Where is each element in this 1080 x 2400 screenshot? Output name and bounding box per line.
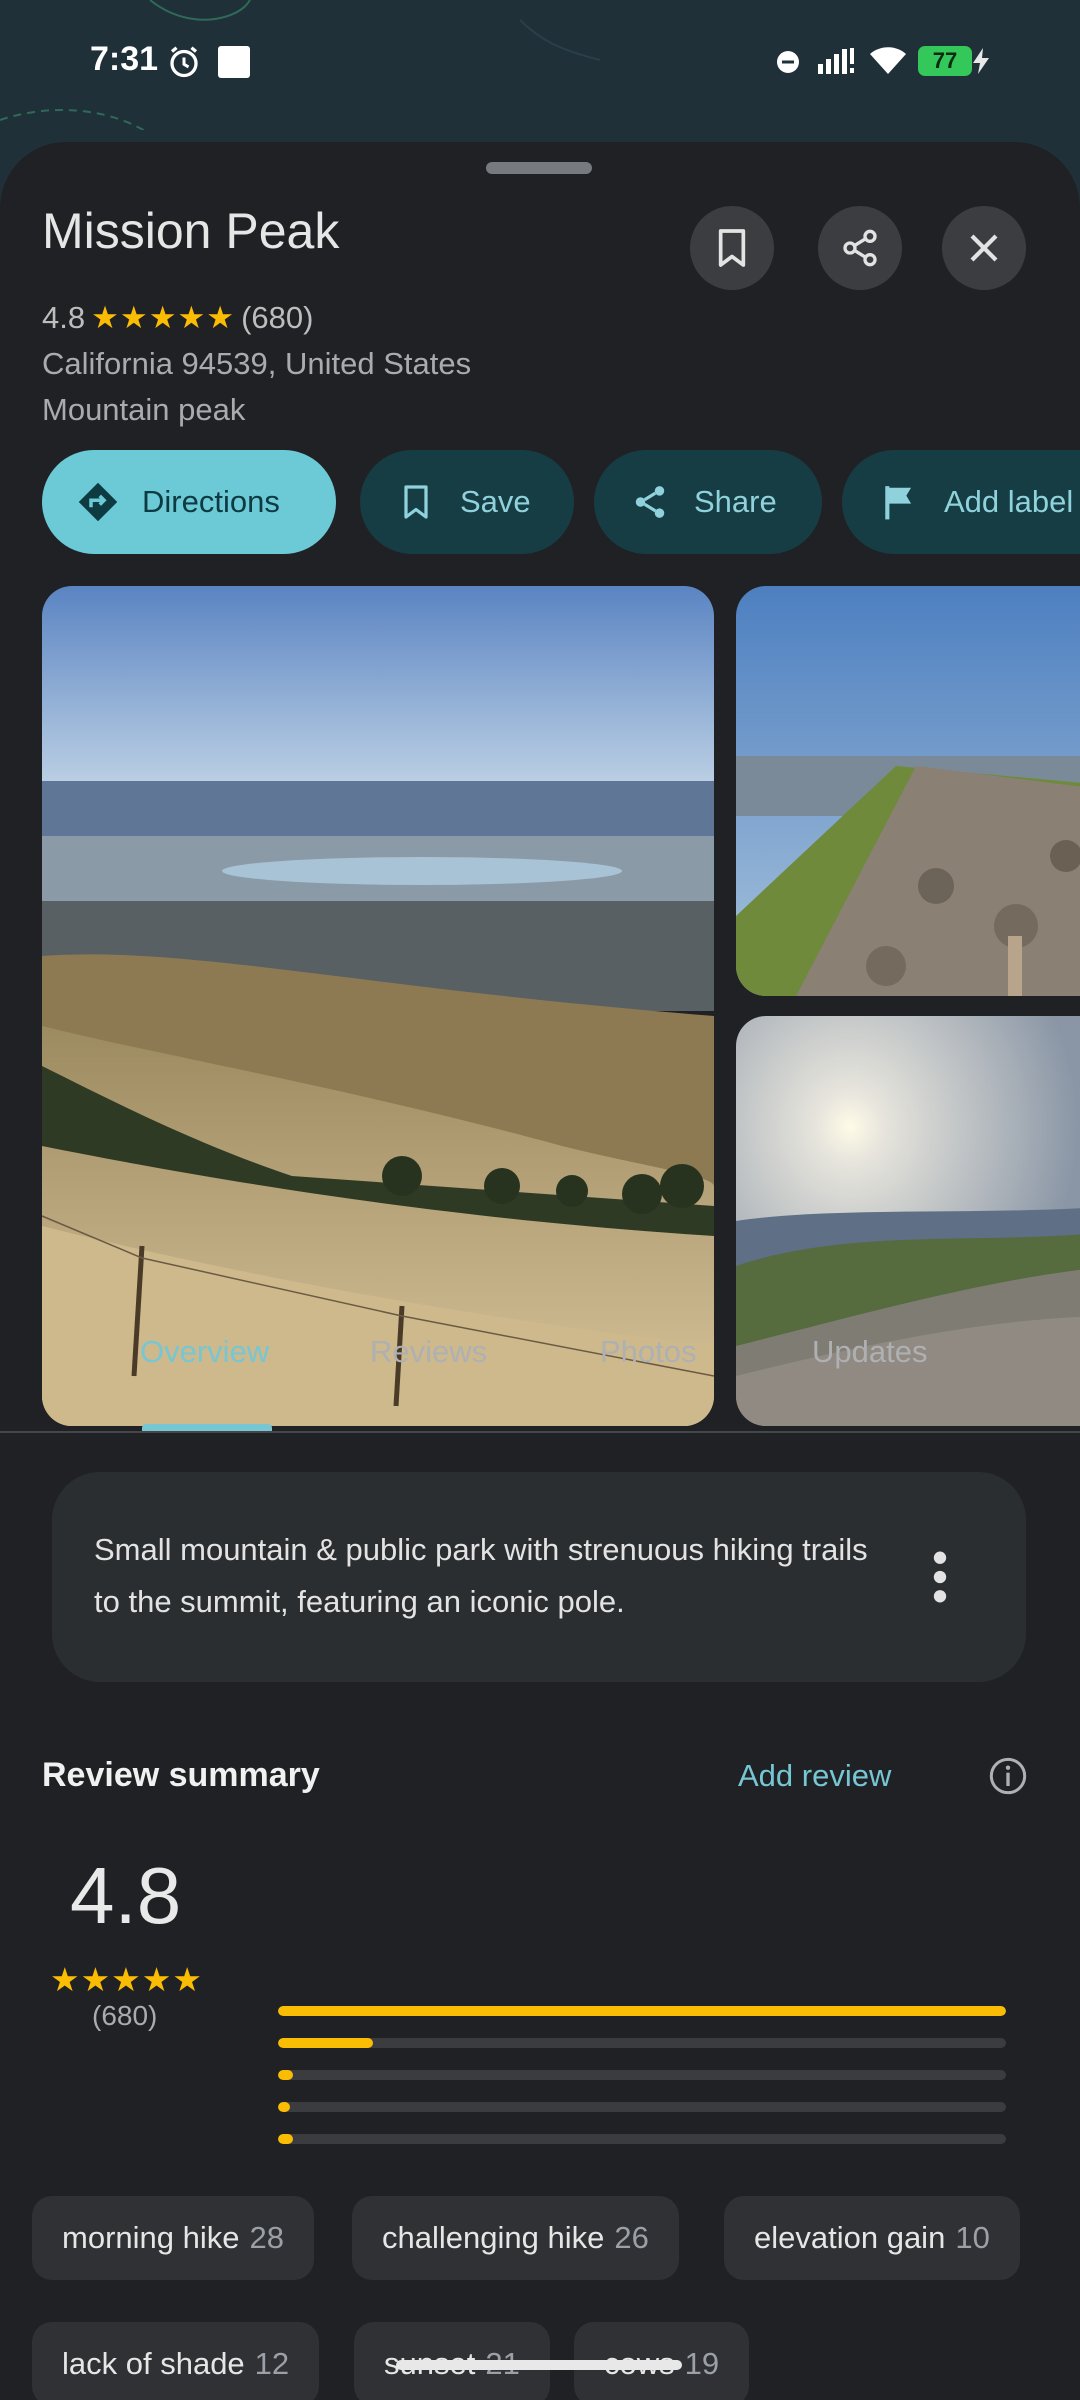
charging-bolt-icon: [973, 48, 989, 74]
topic-count: 10: [955, 2220, 990, 2255]
action-chips: Directions Save Share Add label: [42, 450, 1080, 554]
tab-overview[interactable]: Overview: [140, 1334, 269, 1370]
rating-bar-4-star: [278, 2038, 1006, 2048]
save-button[interactable]: Save: [360, 450, 574, 554]
rating-value: 4.8: [42, 300, 86, 335]
topic-label: challenging hike: [382, 2220, 605, 2255]
description-card: Small mountain & public park with strenu…: [52, 1472, 1026, 1682]
notification-square-icon: [218, 46, 250, 78]
place-category: Mountain peak: [42, 392, 246, 427]
add-label-label: Add label: [944, 484, 1074, 519]
status-bar: 7:31 77: [0, 0, 1080, 130]
add-review-link[interactable]: Add review: [738, 1758, 891, 1794]
rating-bar-5-star: [278, 2006, 1006, 2016]
home-indicator[interactable]: [396, 2360, 682, 2370]
drag-handle[interactable]: [486, 162, 592, 174]
topic-count: 19: [684, 2346, 720, 2381]
topic-count: 26: [614, 2220, 649, 2255]
more-vert-icon[interactable]: [928, 1550, 952, 1604]
tabs-divider: [0, 1431, 1080, 1433]
overall-review-count: (680): [92, 2000, 158, 2031]
topic-label: elevation gain: [754, 2220, 946, 2255]
rating-bar-fill: [278, 2070, 293, 2080]
topic-chip[interactable]: challenging hike 26: [352, 2196, 679, 2280]
topic-count: 12: [254, 2346, 290, 2381]
directions-label: Directions: [142, 484, 280, 519]
place-sheet: Mission Peak 4.8 ★★★★★ (680) California …: [0, 142, 1080, 2400]
bookmark-icon: [718, 229, 746, 267]
share-icon: [843, 229, 877, 267]
add-label-button[interactable]: Add label: [842, 450, 1080, 554]
alarm-icon: [170, 46, 198, 78]
mission-peak-valley-photo: [42, 586, 714, 1426]
rating-bar-1-star: [278, 2134, 1006, 2144]
status-time: 7:31: [90, 40, 159, 78]
tab-photos[interactable]: Photos: [600, 1334, 697, 1370]
rating-stars: ★★★★★: [91, 300, 236, 335]
place-description: Small mountain & public park with strenu…: [94, 1532, 868, 1619]
overall-stars: ★★★★★: [50, 1961, 203, 1998]
summit-trail-photo[interactable]: [736, 586, 1080, 996]
rating-bar-2-star: [278, 2102, 1006, 2112]
topic-chip[interactable]: morning hike 28: [32, 2196, 314, 2280]
main-photo[interactable]: [42, 586, 714, 1426]
rating-bar-fill: [278, 2006, 1006, 2016]
tab-updates[interactable]: Updates: [812, 1334, 927, 1370]
info-icon[interactable]: [988, 1756, 1028, 1796]
close-icon: [970, 234, 998, 262]
rating-bar-fill: [278, 2038, 373, 2048]
rating-bar-fill: [278, 2102, 290, 2112]
directions-button[interactable]: Directions: [42, 450, 336, 554]
place-address: California 94539, United States: [42, 346, 472, 381]
share-button[interactable]: Share: [594, 450, 822, 554]
bookmark-icon: [404, 485, 428, 519]
topic-count: 28: [249, 2220, 284, 2255]
directions-icon: [78, 482, 118, 522]
flag-icon: [885, 486, 912, 520]
summit-ridge-photo: [736, 586, 1080, 996]
share-round-button[interactable]: [818, 206, 902, 290]
save-label: Save: [460, 484, 531, 519]
wifi-icon: [870, 47, 906, 74]
rating-row[interactable]: 4.8 ★★★★★ (680): [42, 300, 313, 336]
rating-count: (680): [241, 300, 314, 335]
topic-chip[interactable]: lack of shade 12: [32, 2322, 320, 2400]
battery-icon: 77: [918, 46, 972, 76]
tab-reviews[interactable]: Reviews: [370, 1334, 487, 1370]
share-label: Share: [694, 484, 777, 519]
bookmark-button[interactable]: [690, 206, 774, 290]
share-icon: [635, 486, 665, 518]
rating-bar-fill: [278, 2134, 293, 2144]
rating-bar-3-star: [278, 2070, 1006, 2080]
do-not-disturb-icon: [777, 51, 799, 73]
cellular-signal-icon: [818, 48, 854, 74]
topic-label: lack of shade: [62, 2346, 245, 2381]
place-title: Mission Peak: [42, 203, 340, 259]
close-button[interactable]: [942, 206, 1026, 290]
review-summary-title: Review summary: [42, 1756, 320, 1794]
tab-bar: Overview Reviews Photos Updates: [0, 1302, 1080, 1432]
topic-label: morning hike: [62, 2220, 240, 2255]
topic-chip[interactable]: elevation gain 10: [724, 2196, 1020, 2280]
overall-rating: 4.8: [70, 1851, 182, 1940]
